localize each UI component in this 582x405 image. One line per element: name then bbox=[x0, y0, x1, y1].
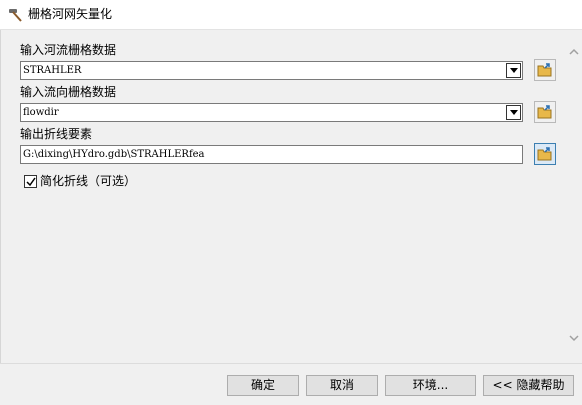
input-stream-raster-combo[interactable]: STRAHLER bbox=[20, 61, 523, 80]
vertical-scrollbar[interactable] bbox=[565, 30, 582, 363]
browse-output-button[interactable] bbox=[534, 143, 556, 165]
dropdown-arrow-icon[interactable] bbox=[506, 105, 521, 120]
environments-button[interactable]: 环境... bbox=[385, 375, 476, 396]
parameters-panel: 输入河流栅格数据 STRAHLER 输入流向栅格数据 flowdir 输出折线要… bbox=[0, 30, 582, 363]
input-stream-raster-value: STRAHLER bbox=[23, 65, 82, 76]
input-stream-raster-label: 输入河流栅格数据 bbox=[20, 43, 117, 57]
input-flow-direction-value: flowdir bbox=[23, 107, 59, 118]
hammer-icon bbox=[7, 6, 25, 24]
scroll-up-icon[interactable] bbox=[569, 48, 579, 55]
output-polyline-label: 输出折线要素 bbox=[20, 127, 93, 141]
simplify-label: 简化折线（可选） bbox=[40, 174, 137, 188]
title-bar: 栅格河网矢量化 bbox=[0, 0, 582, 30]
ok-button[interactable]: 确定 bbox=[227, 375, 299, 396]
hide-help-button[interactable]: << 隐藏帮助 bbox=[483, 375, 574, 396]
output-polyline-field[interactable]: G:\dixing\HYdro.gdb\STRAHLERfea bbox=[20, 145, 523, 164]
simplify-checkbox[interactable] bbox=[24, 175, 37, 188]
output-polyline-value: G:\dixing\HYdro.gdb\STRAHLERfea bbox=[23, 149, 205, 160]
browse-flow-direction-button[interactable] bbox=[534, 101, 556, 123]
window-title: 栅格河网矢量化 bbox=[28, 7, 113, 21]
button-bar: 确定 取消 环境... << 隐藏帮助 bbox=[0, 363, 582, 405]
input-flow-direction-label: 输入流向栅格数据 bbox=[20, 85, 117, 99]
input-flow-direction-combo[interactable]: flowdir bbox=[20, 103, 523, 122]
scroll-down-icon[interactable] bbox=[569, 335, 579, 342]
dropdown-arrow-icon[interactable] bbox=[506, 63, 521, 78]
browse-stream-raster-button[interactable] bbox=[534, 59, 556, 81]
tool-dialog: 栅格河网矢量化 输入河流栅格数据 STRAHLER 输入流向栅格数据 flowd… bbox=[0, 0, 582, 405]
cancel-button[interactable]: 取消 bbox=[306, 375, 378, 396]
